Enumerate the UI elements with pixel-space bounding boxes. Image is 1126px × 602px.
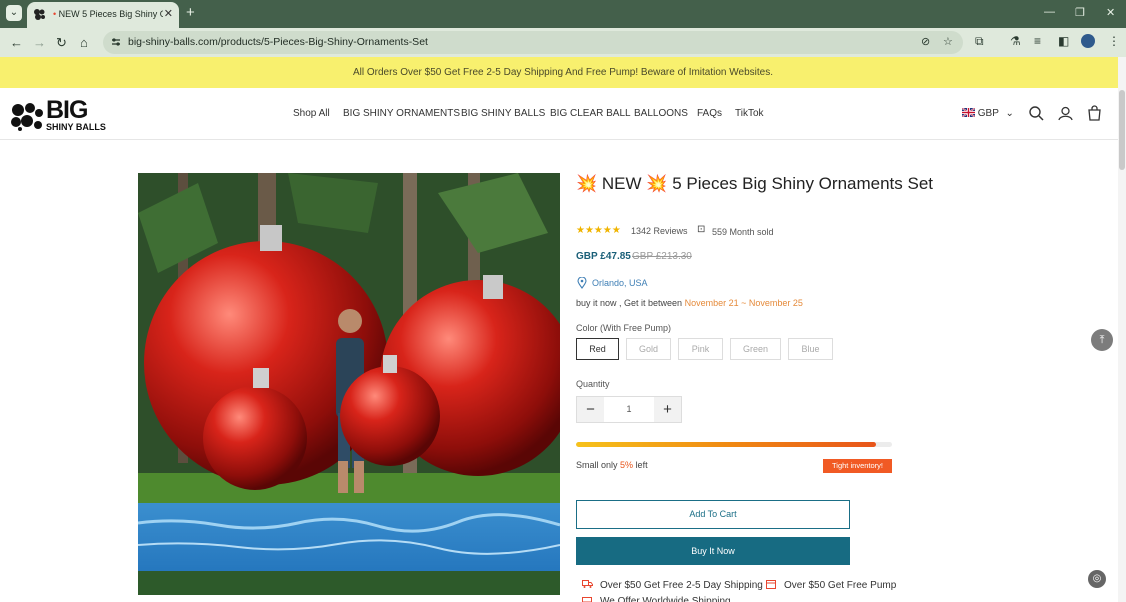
- site-logo[interactable]: BIG SHINY BALLS: [10, 96, 106, 133]
- calendar-icon: [766, 580, 776, 589]
- announcement-bar: All Orders Over $50 Get Free 2-5 Day Shi…: [0, 57, 1126, 88]
- profile-avatar[interactable]: [1081, 34, 1095, 48]
- media-icon[interactable]: ≡: [1034, 34, 1041, 48]
- monthly-sold: 559 Month sold: [712, 227, 774, 237]
- bookmark-star-icon[interactable]: ☆: [943, 35, 953, 48]
- stock-remaining-text: Small only 5% left: [576, 460, 648, 470]
- add-to-cart-button[interactable]: Add To Cart: [576, 500, 850, 529]
- quantity-stepper: − 1 +: [576, 396, 682, 423]
- tab-close-icon[interactable]: ✕: [164, 7, 173, 20]
- product-image[interactable]: [138, 173, 560, 595]
- minimize-button[interactable]: —: [1044, 6, 1055, 18]
- nav-faqs[interactable]: FAQs: [697, 108, 722, 119]
- bag-icon: ⊡: [697, 224, 706, 235]
- uk-flag-icon: [961, 107, 976, 118]
- site-header: BIG SHINY BALLS Shop All BIG SHINY ORNAM…: [0, 88, 1126, 140]
- product-title: 💥 NEW 💥 5 Pieces Big Shiny Ornaments Set: [576, 174, 934, 193]
- browser-tab[interactable]: • NEW 5 Pieces Big Shiny O ✕: [27, 2, 179, 28]
- burst-icon: 💥: [646, 174, 668, 193]
- color-label: Color (With Free Pump): [576, 323, 672, 333]
- delivery-dates: November 21 ~ November 25: [684, 298, 803, 308]
- nav-big-shiny-balls[interactable]: BIG SHINY BALLS: [461, 108, 545, 119]
- browser-toolbar: ← → ↻ ⌂ big-shiny-balls.com/products/5-P…: [0, 28, 1126, 57]
- current-price: GBP £47.85: [576, 251, 631, 262]
- reload-icon[interactable]: ↻: [56, 35, 67, 51]
- stock-progress-fill: [576, 442, 877, 447]
- currency-label: GBP: [977, 108, 999, 119]
- site-favicon-icon: [34, 9, 45, 20]
- nav-big-shiny-ornaments[interactable]: BIG SHINY ORNAMENTS: [343, 108, 460, 119]
- logo-balls-icon: [11, 103, 43, 131]
- browser-menu-icon[interactable]: ⋮: [1108, 34, 1120, 48]
- nav-big-clear-ball[interactable]: BIG CLEAR BALL: [550, 108, 631, 119]
- increase-quantity-button[interactable]: +: [654, 397, 681, 422]
- quantity-input[interactable]: 1: [605, 397, 653, 422]
- eye-off-icon[interactable]: ⊘: [921, 35, 930, 48]
- browser-tab-bar: ⌄ • NEW 5 Pieces Big Shiny O ✕ + — ❐ ✕: [0, 0, 1126, 28]
- chevron-down-icon: ⌄: [1005, 108, 1014, 119]
- close-window-button[interactable]: ✕: [1106, 6, 1115, 19]
- color-option-green[interactable]: Green: [730, 338, 781, 360]
- forward-icon[interactable]: →: [33, 35, 46, 50]
- currency-selector[interactable]: GBP ⌄: [961, 107, 1014, 119]
- color-option-gold[interactable]: Gold: [626, 338, 671, 360]
- ship-from-location: Orlando, USA: [592, 278, 648, 288]
- tight-inventory-badge: Tight inventory!: [823, 459, 892, 473]
- perk-worldwide-shipping: We Offer Worldwide Shipping: [600, 596, 731, 602]
- stock-progress-bar: [576, 442, 892, 447]
- tab-title: • NEW 5 Pieces Big Shiny O: [53, 9, 163, 19]
- account-icon[interactable]: [1058, 106, 1073, 121]
- buy-now-button[interactable]: Buy It Now: [576, 537, 850, 565]
- perk-free-pump: Over $50 Get Free Pump: [784, 580, 897, 591]
- back-to-top-button[interactable]: ⤒: [1091, 329, 1113, 351]
- logo-text: BIG: [46, 96, 88, 124]
- color-option-pink[interactable]: Pink: [678, 338, 723, 360]
- cart-icon[interactable]: [1087, 105, 1102, 121]
- labs-icon[interactable]: ⚗: [1010, 34, 1021, 48]
- review-count[interactable]: 1342 Reviews: [631, 226, 688, 236]
- tab-search-icon[interactable]: ⌄: [6, 5, 22, 21]
- chat-widget-button[interactable]: ◎: [1088, 570, 1106, 588]
- search-icon[interactable]: [1029, 106, 1044, 121]
- burst-icon: 💥: [576, 174, 598, 193]
- new-tab-button[interactable]: +: [186, 4, 195, 21]
- back-icon[interactable]: ←: [10, 35, 23, 50]
- location-pin-icon: [577, 277, 587, 289]
- extensions-icon[interactable]: ⧉: [975, 34, 984, 49]
- quantity-label: Quantity: [576, 379, 610, 389]
- globe-icon: [582, 597, 592, 602]
- truck-icon: [582, 580, 593, 588]
- nav-shop-all[interactable]: Shop All: [293, 108, 330, 119]
- color-option-blue[interactable]: Blue: [788, 338, 833, 360]
- maximize-button[interactable]: ❐: [1075, 6, 1085, 19]
- side-panel-icon[interactable]: ◧: [1058, 34, 1069, 48]
- perk-free-shipping: Over $50 Get Free 2-5 Day Shipping: [600, 580, 763, 591]
- original-price: GBP £213.30: [632, 251, 692, 262]
- site-info-icon[interactable]: [110, 36, 122, 48]
- home-icon[interactable]: ⌂: [80, 35, 88, 50]
- decrease-quantity-button[interactable]: −: [577, 397, 604, 422]
- address-bar[interactable]: big-shiny-balls.com/products/5-Pieces-Bi…: [103, 31, 963, 54]
- nav-balloons[interactable]: BALLOONS: [634, 108, 688, 119]
- delivery-estimate: buy it now , Get it between November 21 …: [576, 298, 803, 308]
- logo-subtext: SHINY BALLS: [46, 122, 106, 132]
- scrollbar-thumb[interactable]: [1119, 90, 1125, 170]
- color-option-red[interactable]: Red: [576, 338, 619, 360]
- rating-stars: ★★★★★: [576, 225, 621, 236]
- url-text: big-shiny-balls.com/products/5-Pieces-Bi…: [128, 36, 428, 48]
- nav-tiktok[interactable]: TikTok: [735, 108, 764, 119]
